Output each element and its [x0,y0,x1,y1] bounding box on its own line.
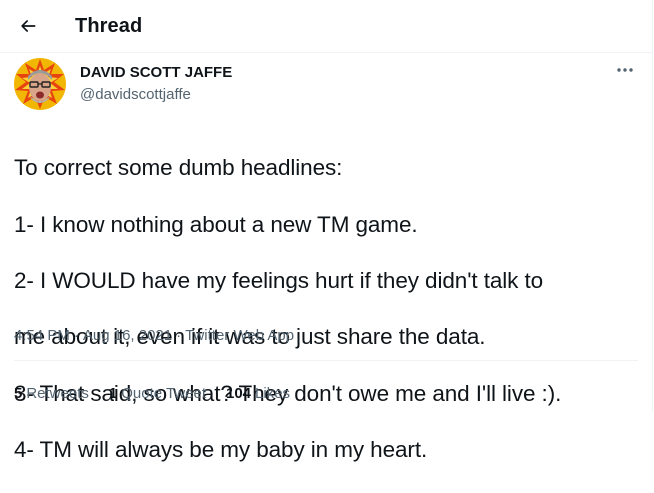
page-title: Thread [75,14,143,37]
thread-page: Thread DAVID SCOTT JAFFE @davidscottjaff… [0,0,653,462]
retweets-label: Retweets [26,385,89,402]
avatar[interactable] [14,58,66,110]
tweet-source: Twitter Web App [185,327,295,344]
quote-tweets-label: Quote Tweet [121,385,206,402]
back-button[interactable] [11,9,45,43]
more-options-button[interactable] [610,59,640,81]
likes-label: Likes [255,385,291,402]
tweet-date[interactable]: Aug 16, 2021 [83,327,172,344]
tweet-stats: 5 Retweets 1 Quote Tweet 104 Likes [14,385,290,402]
arrow-left-icon [21,20,36,32]
retweets-link[interactable]: 5 Retweets [14,385,89,402]
meta-separator: · [176,327,182,344]
tweet-text-line: To correct some dumb headlines: [14,155,343,181]
quote-tweets-count: 1 [108,385,118,402]
author-name[interactable]: DAVID SCOTT JAFFE [80,64,232,81]
tweet-metadata: 4:54 PM · Aug 16, 2021 · Twitter Web App [14,327,294,344]
divider [14,360,638,361]
tweet-text-line: 4- TM will always be my baby in my heart… [14,437,428,463]
retweets-count: 5 [14,385,23,402]
quote-tweets-link[interactable]: 1 Quote Tweet [109,385,206,402]
more-horizontal-icon [617,68,633,72]
tweet-text-line: 2- I WOULD have my feelings hurt if they… [14,268,544,294]
author-handle[interactable]: @davidscottjaffe [80,86,191,103]
meta-separator: · [73,327,79,344]
tweet-text-line: 1- I know nothing about a new TM game. [14,211,418,237]
thread-header: Thread [0,0,652,53]
likes-count: 104 [226,385,252,402]
tweet-time[interactable]: 4:54 PM [14,327,70,344]
likes-link[interactable]: 104 Likes [226,385,290,402]
tweet-text: To correct some dumb headlines: 1- I kno… [14,126,639,493]
profile-photo-icon [14,58,66,110]
tweet-author: DAVID SCOTT JAFFE @davidscottjaffe [0,53,652,113]
